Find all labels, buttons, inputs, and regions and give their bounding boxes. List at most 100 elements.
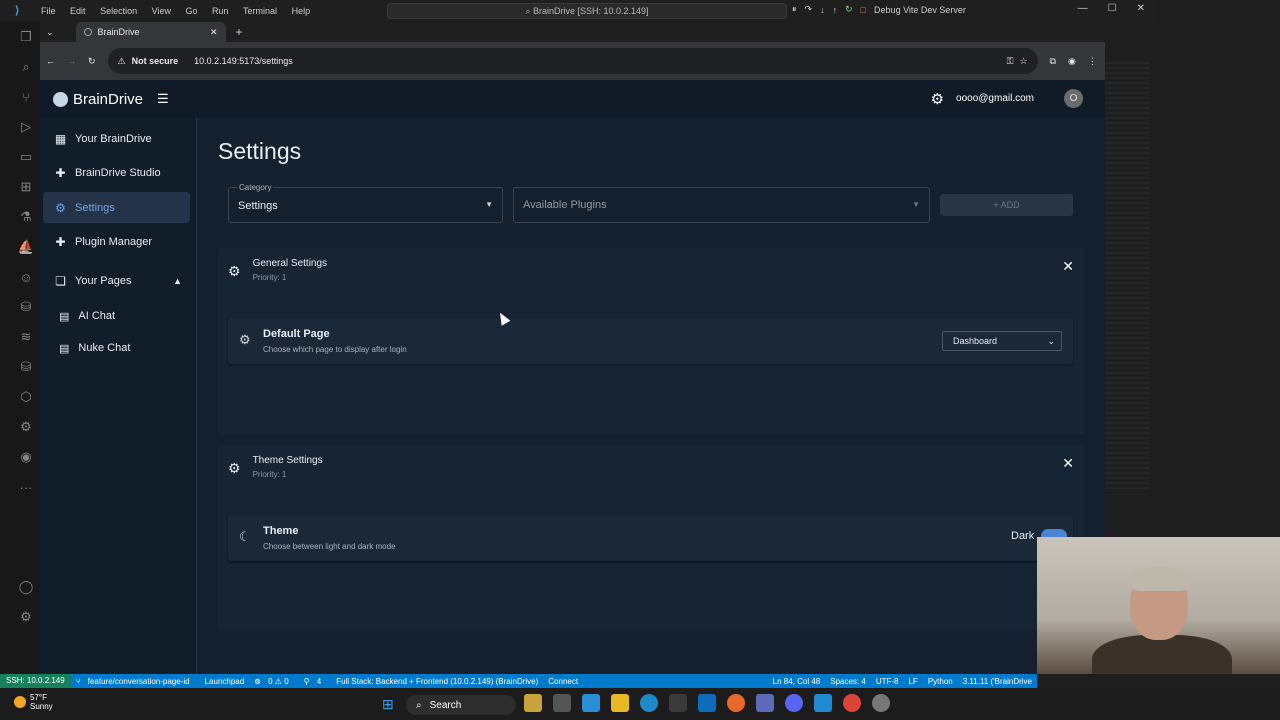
password-key-icon[interactable]: ⚿ xyxy=(1007,56,1014,67)
menu-help[interactable]: Help xyxy=(292,6,311,16)
firefox-icon[interactable] xyxy=(727,694,745,712)
stop-icon[interactable]: □ xyxy=(861,5,866,15)
extensions-puzzle-icon[interactable]: ⧉ xyxy=(1050,56,1056,67)
remote-indicator[interactable]: SSH: 10.0.2.149 xyxy=(0,674,71,688)
tab-search-icon[interactable]: ⌄ xyxy=(46,27,54,38)
indentation[interactable]: Spaces: 4 xyxy=(830,677,866,686)
eol[interactable]: LF xyxy=(908,677,917,686)
menu-toggle-icon[interactable]: ☰ xyxy=(157,91,169,107)
step-into-icon[interactable]: ↓ xyxy=(820,5,825,15)
sidebar-item-braindrive-studio[interactable]: ✚ BrainDrive Studio xyxy=(43,158,190,189)
avatar[interactable]: O xyxy=(1064,89,1083,108)
close-icon[interactable]: ✕ xyxy=(1062,455,1074,472)
sidebar-page-ai-chat[interactable]: ▤ AI Chat xyxy=(40,300,196,332)
source-control-icon[interactable]: ⑂ xyxy=(12,82,40,112)
menu-edit[interactable]: Edit xyxy=(70,6,86,16)
menu-go[interactable]: Go xyxy=(185,6,197,16)
notepad-icon[interactable] xyxy=(756,694,774,712)
pineapple-app-icon[interactable] xyxy=(524,694,542,712)
omnibox[interactable]: ⚠ Not secure 10.0.2.149:5173/settings ⚿ … xyxy=(107,48,1038,74)
docker-icon[interactable]: ⛵ xyxy=(12,232,40,262)
maximize-icon[interactable]: ☐ xyxy=(1108,3,1117,14)
taskbar-search[interactable]: ⌕ Search xyxy=(406,695,516,715)
back-icon[interactable]: ← xyxy=(46,56,55,66)
sidebar-item-settings[interactable]: ⚙ Settings xyxy=(43,192,190,223)
encoding[interactable]: UTF-8 xyxy=(876,677,899,686)
storage-icon[interactable]: ⛁ xyxy=(12,352,40,382)
remote-explorer-icon[interactable]: ▭ xyxy=(12,142,40,172)
connect-status[interactable]: Connect xyxy=(548,677,578,686)
step-out-icon[interactable]: ↑ xyxy=(833,5,838,15)
task-view-icon[interactable] xyxy=(553,694,571,712)
menu-selection[interactable]: Selection xyxy=(100,6,137,16)
command-center-search[interactable]: ⌕ BrainDrive [SSH: 10.0.2.149] xyxy=(387,3,787,19)
bookmark-star-icon[interactable]: ☆ xyxy=(1019,56,1027,67)
close-icon[interactable]: ✕ xyxy=(1062,258,1074,275)
vscode-app-icon[interactable] xyxy=(814,694,832,712)
new-tab-icon[interactable]: + xyxy=(236,25,243,39)
github-desktop-icon[interactable] xyxy=(872,694,890,712)
task-status[interactable]: Full Stack: Backend + Frontend (10.0.2.1… xyxy=(336,677,538,686)
chrome-menu-icon[interactable]: ⋮ xyxy=(1088,56,1097,67)
default-page-select[interactable]: Dashboard ⌄ xyxy=(942,331,1062,351)
branch-status[interactable]: ⑂ feature/conversation-page-id xyxy=(76,677,195,686)
chrome-app-icon[interactable] xyxy=(843,694,861,712)
weather-widget[interactable]: 57°F Sunny xyxy=(14,693,53,711)
windows-start-icon[interactable]: ⊞ xyxy=(382,696,394,713)
ports-status[interactable]: ⚲ 4 xyxy=(304,677,327,686)
package-icon[interactable]: ⬡ xyxy=(12,382,40,412)
menu-run[interactable]: Run xyxy=(212,6,229,16)
python-interpreter[interactable]: 3.11.11 ('BrainDrive xyxy=(963,677,1032,686)
outlook-icon[interactable] xyxy=(698,694,716,712)
sidebar-item-plugin-manager[interactable]: ✚ Plugin Manager xyxy=(43,227,190,258)
brand[interactable]: BrainDrive xyxy=(53,91,143,108)
menu-terminal[interactable]: Terminal xyxy=(243,6,277,16)
chevron-up-icon[interactable]: ▲ xyxy=(173,276,182,286)
category-select[interactable]: Category Settings ▼ xyxy=(228,183,503,223)
tab-close-icon[interactable]: ✕ xyxy=(210,27,218,38)
file-explorer-icon[interactable] xyxy=(611,694,629,712)
extensions-icon[interactable]: ⊞ xyxy=(12,172,40,202)
pause-icon[interactable]: ⏸ xyxy=(792,4,797,15)
copilot-app-icon[interactable] xyxy=(582,694,600,712)
cursor-position[interactable]: Ln 84, Col 48 xyxy=(773,677,821,686)
database-icon[interactable]: ⛁ xyxy=(12,292,40,322)
restart-icon[interactable]: ↻ xyxy=(845,4,853,15)
copilot-icon[interactable]: ☺ xyxy=(12,262,40,292)
reload-icon[interactable]: ↻ xyxy=(88,56,96,67)
available-plugins-select[interactable]: Available Plugins ▼ xyxy=(513,187,930,223)
github-icon[interactable]: ◉ xyxy=(12,442,40,472)
edge-icon[interactable] xyxy=(640,694,658,712)
close-icon[interactable]: ✕ xyxy=(1137,3,1145,14)
add-plugin-button[interactable]: + ADD xyxy=(940,194,1073,216)
minimap[interactable] xyxy=(1105,62,1150,492)
debug-config-select[interactable]: Debug Vite Dev Server xyxy=(874,5,966,15)
more-icon[interactable]: ··· xyxy=(12,472,40,502)
sidebar-group-your-pages[interactable]: ❏ Your Pages ▲ xyxy=(43,266,190,297)
store-icon[interactable] xyxy=(669,694,687,712)
explorer-icon[interactable]: ❐ xyxy=(12,22,40,52)
run-debug-icon[interactable]: ▷ xyxy=(12,112,40,142)
language-mode[interactable]: Python xyxy=(928,677,953,686)
search-icon[interactable]: ⌕ xyxy=(12,52,40,82)
problems-status[interactable]: ⊗ 0 ⚠ 0 xyxy=(254,677,293,686)
sidebar-page-nuke-chat[interactable]: ▤ Nuke Chat xyxy=(40,332,196,364)
plugin-icon[interactable]: ⚙ xyxy=(12,412,40,442)
sidebar-item-your-braindrive[interactable]: ▦ Your BrainDrive xyxy=(43,123,190,154)
menu-view[interactable]: View xyxy=(152,6,171,16)
forward-icon[interactable]: → xyxy=(67,56,76,66)
url-text[interactable]: 10.0.2.149:5173/settings xyxy=(194,56,293,66)
manage-gear-icon[interactable]: ⚙ xyxy=(12,602,40,632)
settings-gear-icon[interactable]: ⚙ xyxy=(931,90,944,108)
discord-icon[interactable] xyxy=(785,694,803,712)
layers-icon[interactable]: ≋ xyxy=(12,322,40,352)
security-chip[interactable]: Not secure xyxy=(132,56,179,66)
testing-icon[interactable]: ⚗ xyxy=(12,202,40,232)
minimize-icon[interactable]: — xyxy=(1078,3,1088,14)
menu-file[interactable]: File xyxy=(41,6,56,16)
browser-tab[interactable]: BrainDrive ✕ xyxy=(75,22,226,42)
account-icon[interactable]: ◯ xyxy=(12,572,40,602)
step-over-icon[interactable]: ↷ xyxy=(805,4,813,15)
profile-icon[interactable]: ◉ xyxy=(1068,56,1076,67)
launchpad-status[interactable]: Launchpad xyxy=(205,677,245,686)
